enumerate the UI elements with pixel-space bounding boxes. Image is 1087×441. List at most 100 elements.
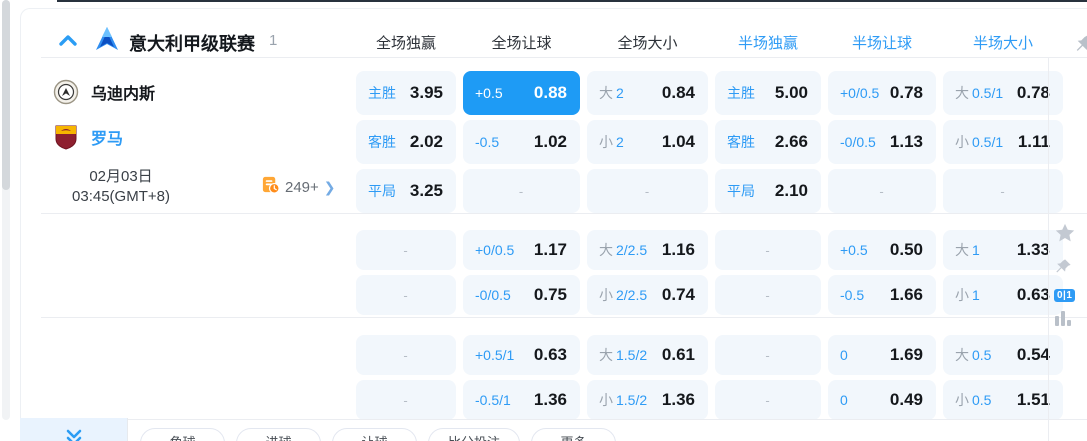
- column-header-half-handicap: 半场让球: [851, 35, 912, 52]
- odds-cell-full-over[interactable]: 大 2 0.84: [587, 71, 708, 115]
- odds-cell-half-handicap-away[interactable]: -0/0.5 1.13: [828, 120, 936, 164]
- odds-cell-half-win-home[interactable]: 主胜 5.00: [715, 71, 821, 115]
- stats-bar-chart-icon[interactable]: [1054, 310, 1074, 331]
- odds-cell-empty[interactable]: -: [715, 230, 821, 270]
- odds-value: 2.10: [774, 181, 808, 200]
- footer-pill-2[interactable]: 进球: [236, 428, 321, 441]
- line-value: 2: [616, 85, 624, 101]
- odds-cell-full-win-away[interactable]: 客胜 2.02: [356, 120, 456, 164]
- odds-cell-full-under[interactable]: 小 2/2.5 0.74: [587, 275, 708, 315]
- empty-dash: -: [518, 183, 524, 199]
- footer-left-divider: [127, 418, 128, 441]
- home-team-row[interactable]: 乌迪内斯: [53, 79, 155, 105]
- odds-cell-empty[interactable]: -: [356, 230, 456, 270]
- odds-value: 0.63: [1016, 285, 1050, 304]
- over-label: 大: [599, 242, 613, 258]
- odds-label: 主胜: [368, 85, 396, 101]
- collapse-panel-button[interactable]: [20, 418, 127, 441]
- odds-cell-half-over[interactable]: 大 1 1.33: [943, 230, 1063, 270]
- odds-value: 0.88: [533, 83, 567, 102]
- odds-cell-half-handicap-away[interactable]: -0.5 1.66: [828, 275, 936, 315]
- section-divider: [41, 317, 1087, 318]
- pin-icon[interactable]: [1054, 257, 1073, 281]
- odds-cell-full-handicap-away[interactable]: -0.5/1 1.36: [463, 380, 580, 420]
- favorite-star-icon[interactable]: [1054, 222, 1076, 249]
- odds-cell-half-win-away[interactable]: 客胜 2.66: [715, 120, 821, 164]
- odds-cell-empty[interactable]: -: [463, 169, 580, 213]
- footer-pill-3[interactable]: 让球: [332, 428, 417, 441]
- scrollbar-thumb[interactable]: [2, 0, 10, 190]
- more-markets-link[interactable]: 249+ ❯: [261, 175, 336, 199]
- odds-label: 0: [840, 392, 848, 408]
- under-label: 小: [599, 392, 613, 408]
- odds-cell-half-under[interactable]: 小 0.5 1.51: [943, 380, 1063, 420]
- odds-cell-full-handicap-home-selected[interactable]: +0.5 0.88: [463, 71, 580, 115]
- odds-cell-full-over[interactable]: 大 2/2.5 1.16: [587, 230, 708, 270]
- header-divider: [41, 57, 1087, 58]
- line-value: 1.5/2: [616, 347, 648, 363]
- odds-cell-empty[interactable]: -: [356, 335, 456, 375]
- empty-dash: -: [765, 392, 770, 408]
- odds-cell-full-over[interactable]: 大 1.5/2 0.61: [587, 335, 708, 375]
- odds-cell-full-handicap-home[interactable]: +0.5/1 0.63: [463, 335, 580, 375]
- empty-dash: -: [765, 242, 770, 258]
- odds-cell-half-under[interactable]: 小 0.5/1 1.11: [943, 120, 1063, 164]
- odds-cell-full-handicap-home[interactable]: +0/0.5 1.17: [463, 230, 580, 270]
- collapse-chevron-up-icon[interactable]: [57, 30, 79, 52]
- line-value: 2/2.5: [616, 242, 648, 258]
- footer-pill-5[interactable]: 更多: [531, 428, 616, 441]
- odds-label: +0.5/1: [475, 347, 515, 363]
- odds-value: 3.95: [409, 83, 443, 102]
- odds-cell-half-draw[interactable]: 平局 2.10: [715, 169, 821, 213]
- footer-pill-4[interactable]: 比分投注: [428, 428, 520, 441]
- pin-icon[interactable]: [1074, 33, 1087, 60]
- line-value: 0.5: [972, 347, 992, 363]
- odds-cell-empty[interactable]: -: [715, 380, 821, 420]
- odds-cell-empty[interactable]: -: [828, 169, 936, 213]
- rail-divider: [1048, 57, 1049, 441]
- empty-dash: -: [765, 287, 770, 303]
- odds-cell-half-handicap-home[interactable]: 0 1.69: [828, 335, 936, 375]
- section-divider: [41, 213, 1087, 214]
- line-value: 1.5/2: [616, 392, 648, 408]
- odds-cell-half-over[interactable]: 大 0.5 0.54: [943, 335, 1063, 375]
- odds-label: +0/0.5: [840, 85, 880, 101]
- odds-cell-empty[interactable]: -: [356, 275, 456, 315]
- over-label: 大: [955, 242, 969, 258]
- odds-cell-full-draw[interactable]: 平局 3.25: [356, 169, 456, 213]
- odds-value: 5.00: [774, 83, 808, 102]
- away-team-row[interactable]: 罗马: [53, 124, 123, 150]
- match-tools-rail: 0|1: [1054, 222, 1087, 331]
- odds-cell-half-over[interactable]: 大 0.5/1 0.78: [943, 71, 1063, 115]
- odds-cell-half-under[interactable]: 小 1 0.63: [943, 275, 1063, 315]
- market-column-headers: 全场独赢 全场让球 全场大小 半场独赢 半场让球 半场大小: [356, 32, 1063, 53]
- empty-dash: -: [879, 183, 884, 199]
- odds-cell-empty[interactable]: -: [587, 169, 708, 213]
- odds-cell-full-under[interactable]: 小 2 1.04: [587, 120, 708, 164]
- odds-cell-half-handicap-home[interactable]: +0/0.5 0.78: [828, 71, 936, 115]
- line-value: 0.5/1: [972, 134, 1004, 150]
- odds-value: 0.50: [889, 240, 923, 259]
- odds-cell-empty[interactable]: -: [356, 380, 456, 420]
- over-label: 大: [599, 85, 613, 101]
- odds-value: 2.02: [409, 132, 443, 151]
- odds-cell-empty[interactable]: -: [715, 275, 821, 315]
- odds-cell-full-handicap-away[interactable]: -0.5 1.02: [463, 120, 580, 164]
- odds-cell-full-under[interactable]: 小 1.5/2 1.36: [587, 380, 708, 420]
- score-badge[interactable]: 0|1: [1054, 289, 1076, 302]
- column-header-half-overunder: 半场大小: [972, 35, 1033, 52]
- empty-dash: -: [403, 347, 408, 363]
- footer-pill-1[interactable]: 角球: [140, 428, 225, 441]
- odds-cell-empty[interactable]: -: [715, 335, 821, 375]
- odds-cell-full-handicap-away[interactable]: -0/0.5 0.75: [463, 275, 580, 315]
- odds-cell-half-handicap-home[interactable]: +0.5 0.50: [828, 230, 936, 270]
- odds-cell-half-handicap-away[interactable]: 0 0.49: [828, 380, 936, 420]
- page-scrollbar[interactable]: [2, 0, 10, 420]
- odds-cell-full-win-home[interactable]: 主胜 3.95: [356, 71, 456, 115]
- odds-label: 平局: [368, 183, 396, 199]
- odds-label: 平局: [727, 183, 755, 199]
- line-value: 2: [616, 134, 624, 150]
- league-title: 意大利甲级联赛: [129, 34, 255, 54]
- odds-value: 0.49: [889, 390, 923, 409]
- odds-cell-empty[interactable]: -: [943, 169, 1063, 213]
